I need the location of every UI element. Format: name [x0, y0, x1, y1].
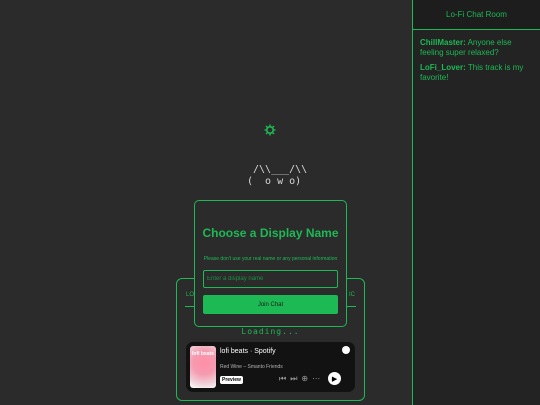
message-username: ChillMaster: [420, 38, 466, 47]
modal-title: Choose a Display Name [202, 226, 339, 240]
album-art-text: lofi beats [192, 351, 214, 357]
previous-track-icon[interactable]: ⏮ [279, 374, 286, 384]
spotify-logo-icon[interactable] [342, 346, 350, 354]
add-icon[interactable]: ⊕ [301, 374, 308, 384]
join-chat-button[interactable]: Join Chat [203, 295, 338, 314]
ascii-cat-art: /\\___/\\ ( o w o) [247, 164, 308, 187]
next-track-icon[interactable]: ⏭ [290, 374, 297, 384]
panel-left-label: LO [186, 292, 195, 298]
playback-controls: ⏮ ⏭ ⊕ ⋯ ▶ [279, 372, 342, 385]
modal-privacy-note: Please don't use your real name or any p… [203, 256, 338, 262]
display-name-input[interactable] [203, 270, 338, 288]
display-name-modal: Choose a Display Name Please don't use y… [194, 200, 347, 327]
chat-message: LoFi_Lover: This track is my favorite! [420, 63, 534, 83]
spotify-embed[interactable]: lofi beats lofi beats · Spotify Red Wine… [186, 342, 355, 392]
gear-icon [264, 124, 276, 136]
message-username: LoFi_Lover: [420, 63, 466, 72]
track-artist[interactable]: Red Wine – Smanto Friends [220, 364, 283, 370]
preview-badge: Preview [220, 376, 243, 384]
loading-text: Loading... [241, 327, 300, 336]
album-art[interactable]: lofi beats [190, 346, 216, 388]
more-options-icon[interactable]: ⋯ [312, 374, 320, 384]
main-area: /\\___/\\ ( o w o) /\ /\ LO IC Loading..… [0, 0, 412, 405]
chat-room-title: Lo-Fi Chat Room [413, 0, 540, 30]
chat-sidebar: Lo-Fi Chat Room ChillMaster: Anyone else… [412, 0, 540, 405]
track-title[interactable]: lofi beats · Spotify [220, 348, 276, 355]
chat-messages: ChillMaster: Anyone else feeling super r… [413, 30, 540, 83]
play-button[interactable]: ▶ [328, 372, 342, 385]
chat-message: ChillMaster: Anyone else feeling super r… [420, 38, 534, 58]
panel-right-label: IC [349, 292, 355, 298]
